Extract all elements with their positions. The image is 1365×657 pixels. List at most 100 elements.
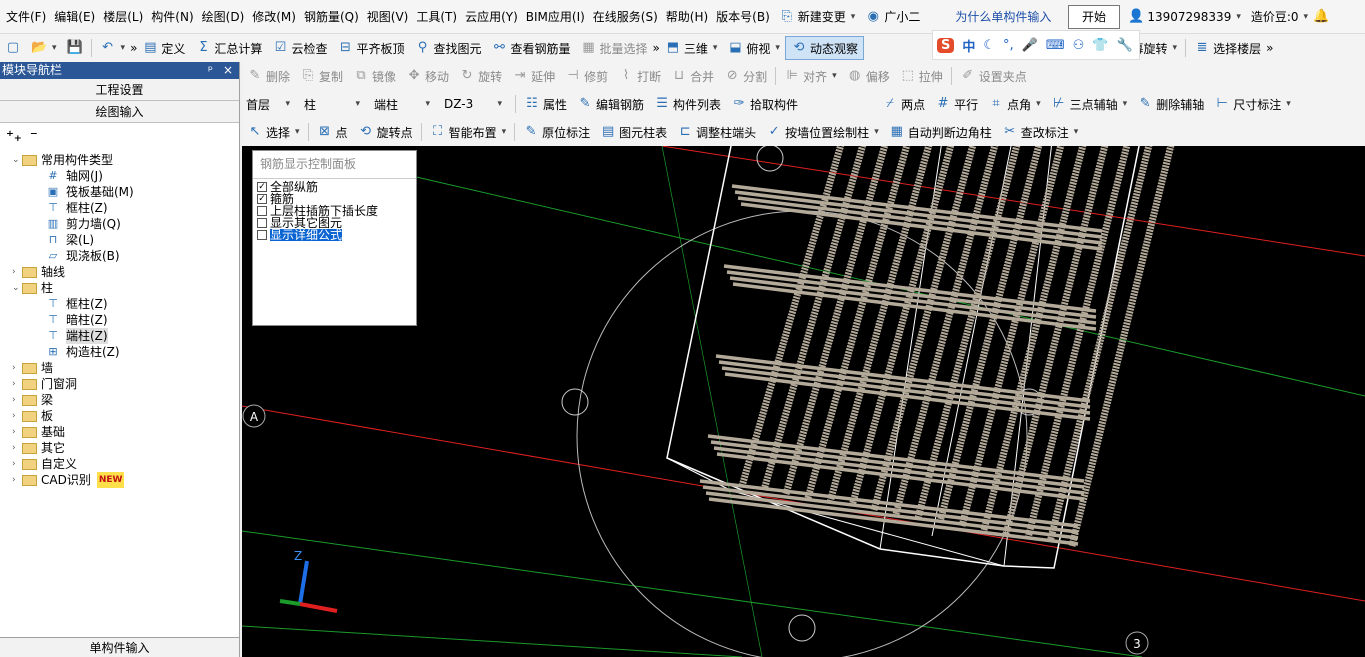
menu-item[interactable]: 版本号(B) — [712, 0, 774, 33]
question-link[interactable]: 为什么单构件输入 — [951, 0, 1061, 33]
shirt-icon[interactable]: 👕 — [1092, 38, 1108, 53]
tree-item[interactable]: # 轴网(J) — [46, 168, 103, 184]
three-point-button[interactable]: ⊬ 三点辅轴 ▾ — [1046, 92, 1133, 116]
tree-folder[interactable]: › CAD识别 NEW — [12, 472, 125, 488]
select-floor-button[interactable]: ≣ 选择楼层 — [1189, 36, 1266, 60]
save-button[interactable]: 💾 — [62, 36, 88, 60]
dynamic-view-button[interactable]: ⟲ 动态观察 — [784, 36, 864, 60]
menu-item[interactable]: 绘图(D) — [198, 0, 249, 33]
tree-folder[interactable]: › 门窗洞 — [12, 376, 77, 392]
align-button[interactable]: ⊫ 对齐 ▾ — [779, 64, 842, 88]
check-label-button[interactable]: ✂ 查改标注 ▾ — [997, 120, 1084, 144]
expand-arrow-icon[interactable]: › — [12, 360, 22, 376]
point-button[interactable]: ⊠ 点 — [312, 120, 353, 144]
checkbox[interactable] — [257, 230, 267, 240]
auto-corner-button[interactable]: ▦ 自动判断边角柱 — [884, 120, 997, 144]
wrench-icon[interactable]: 🔧 — [1116, 38, 1132, 53]
copy-button[interactable]: ⎘ 复制 — [295, 64, 348, 88]
tree-folder[interactable]: › 其它 — [12, 440, 65, 456]
single-component-input-button[interactable]: 单构件输入 — [0, 637, 239, 657]
bell-icon[interactable]: 🔔 — [1313, 9, 1329, 25]
account-menu[interactable]: 👤 13907298339 ▾ — [1123, 5, 1246, 29]
find-button[interactable]: ⚲ 查找图元 — [409, 36, 486, 60]
menu-item[interactable]: 帮助(H) — [662, 0, 712, 33]
menu-item[interactable]: 在线服务(S) — [589, 0, 662, 33]
expand-arrow-icon[interactable]: › — [12, 472, 22, 488]
expand-arrow-icon[interactable]: › — [12, 424, 22, 440]
drawing-input-button[interactable]: 绘图输入 — [0, 101, 239, 123]
cloud-check-button[interactable]: ☑ 云检查 — [267, 36, 332, 60]
panel-checkbox-row[interactable]: 显示详细公式 — [253, 229, 416, 241]
beans-menu[interactable]: 造价豆:0 ▾ — [1246, 5, 1313, 29]
menu-item[interactable]: BIM应用(I) — [522, 0, 589, 33]
expand-arrow-icon[interactable]: › — [12, 440, 22, 456]
column-table-button[interactable]: ▤ 图元柱表 — [595, 120, 672, 144]
expand-arrow-icon[interactable]: › — [12, 408, 22, 424]
props-button[interactable]: ☷ 属性 — [519, 92, 572, 116]
collapse-arrow-icon[interactable]: ⌄ — [12, 280, 22, 296]
tree-folder[interactable]: › 基础 — [12, 424, 65, 440]
collapse-all-icon[interactable]: ⁻ — [30, 127, 38, 145]
tree-item[interactable]: ⊓ 梁(L) — [46, 232, 94, 248]
menu-item[interactable]: 修改(M) — [248, 0, 300, 33]
merge-button[interactable]: ⊔ 合并 — [666, 64, 719, 88]
assistant-menu[interactable]: ◉ 广小二 — [860, 5, 925, 29]
view-rebar-button[interactable]: ⚯ 查看钢筋量 — [486, 36, 575, 60]
expand-arrow-icon[interactable]: › — [12, 376, 22, 392]
tree-folder[interactable]: › 梁 — [12, 392, 53, 408]
comp-list-button[interactable]: ☰ 构件列表 — [649, 92, 726, 116]
menu-item[interactable]: 视图(V) — [363, 0, 413, 33]
set-point-button[interactable]: ✐ 设置夹点 — [955, 64, 1032, 88]
rotate-point-button[interactable]: ⟲ 旋转点 — [353, 120, 418, 144]
expand-all-icon[interactable]: ⁺₊ — [6, 127, 22, 145]
expand-arrow-icon[interactable]: › — [12, 264, 22, 280]
menu-item[interactable]: 编辑(E) — [50, 0, 99, 33]
mirror-button[interactable]: ⧉ 镜像 — [348, 64, 401, 88]
tree-folder[interactable]: ⌄ 柱 — [12, 280, 53, 296]
keyboard-icon[interactable]: ⌨ — [1046, 38, 1065, 53]
menu-item[interactable]: 文件(F) — [2, 0, 50, 33]
floor-select[interactable]: 首层 ▾ — [242, 94, 294, 114]
id-select[interactable]: DZ-3 ▾ — [440, 94, 506, 114]
menu-item[interactable]: 楼层(L) — [99, 0, 147, 33]
tree-folder[interactable]: › 自定义 — [12, 456, 77, 472]
menu-item[interactable]: 构件(N) — [147, 0, 197, 33]
checkbox[interactable]: ✓ — [257, 182, 267, 192]
stretch-button[interactable]: ⬚ 拉伸 — [895, 64, 948, 88]
view3d-button[interactable]: ⬒ 三维 ▾ — [660, 36, 723, 60]
tree-item[interactable]: ⊤ 框柱(Z) — [46, 296, 107, 312]
move-button[interactable]: ✥ 移动 — [401, 64, 454, 88]
expand-arrow-icon[interactable]: › — [12, 456, 22, 472]
tree-folder[interactable]: › 板 — [12, 408, 53, 424]
collapse-arrow-icon[interactable]: ⌄ — [12, 152, 22, 168]
break-button[interactable]: ⌇ 打断 — [613, 64, 666, 88]
tree-folder[interactable]: › 轴线 — [12, 264, 65, 280]
tree-folder[interactable]: ⌄ 常用构件类型 — [12, 152, 113, 168]
checkbox[interactable] — [257, 218, 267, 228]
undo-button[interactable]: ↶ ▾ — [95, 36, 131, 60]
menu-item[interactable]: 钢筋量(Q) — [300, 0, 363, 33]
parallel-button[interactable]: # 平行 — [930, 92, 983, 116]
punctuation-icon[interactable]: °, — [1003, 38, 1014, 53]
project-settings-button[interactable]: 工程设置 — [0, 79, 239, 101]
two-point-button[interactable]: ⌿ 两点 — [877, 92, 930, 116]
flat-top-button[interactable]: ⊟ 平齐板顶 — [332, 36, 409, 60]
menu-item[interactable]: 云应用(Y) — [461, 0, 522, 33]
moon-icon[interactable]: ☾ — [983, 38, 995, 53]
pin-icon[interactable]: ᵖ — [208, 62, 213, 79]
overflow-icon[interactable]: » — [653, 41, 660, 55]
edit-rebar-button[interactable]: ✎ 编辑钢筋 — [572, 92, 649, 116]
expand-arrow-icon[interactable]: › — [12, 392, 22, 408]
dimension-button[interactable]: ⊢ 尺寸标注 ▾ — [1209, 92, 1296, 116]
select-button[interactable]: ↖ 选择 ▾ — [242, 120, 305, 144]
by-wall-button[interactable]: ✓ 按墙位置绘制柱 ▾ — [761, 120, 884, 144]
orig-label-button[interactable]: ✎ 原位标注 — [518, 120, 595, 144]
mic-icon[interactable]: 🎤 — [1022, 38, 1038, 53]
summary-button[interactable]: Σ 汇总计算 — [190, 36, 267, 60]
tree-item[interactable]: ⊤ 框柱(Z) — [46, 200, 107, 216]
top-view-button[interactable]: ⬓ 俯视 ▾ — [722, 36, 785, 60]
trim-button[interactable]: ⊣ 修剪 — [560, 64, 613, 88]
person-icon[interactable]: ⚇ — [1073, 38, 1085, 53]
batch-select-button[interactable]: ▦ 批量选择 — [576, 36, 653, 60]
tree-item[interactable]: ▥ 剪力墙(Q) — [46, 216, 121, 232]
